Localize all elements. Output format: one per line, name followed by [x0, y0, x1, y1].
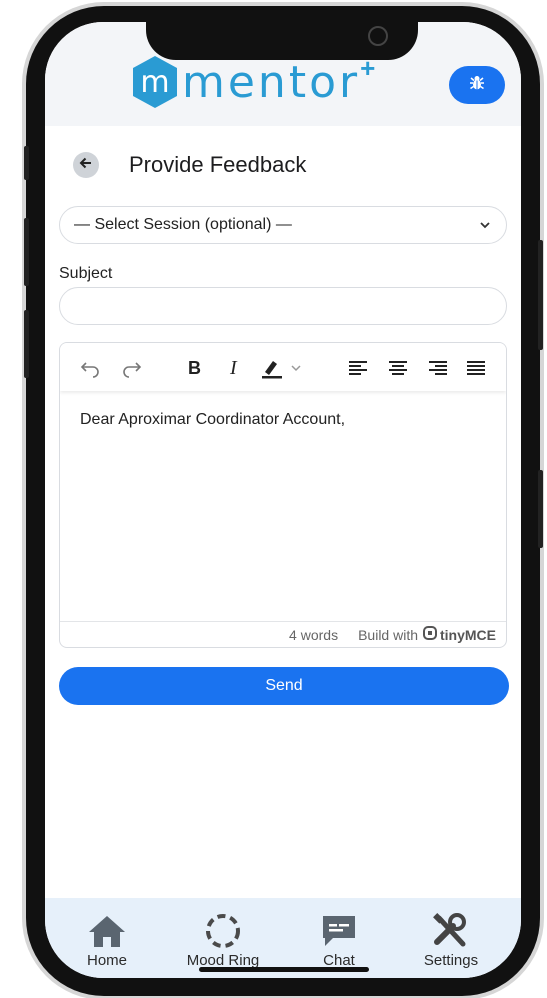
align-left-icon[interactable]: [348, 357, 368, 379]
subject-input[interactable]: [59, 287, 507, 325]
title-row: Provide Feedback: [73, 152, 306, 178]
bottom-nav: Home Mood Ring Chat Settings: [45, 898, 521, 978]
svg-text:m: m: [140, 65, 169, 100]
tinymce-branding[interactable]: Build with tinyMCE: [358, 626, 496, 643]
word-count: 4 words: [289, 626, 339, 643]
align-center-icon[interactable]: [388, 357, 408, 379]
volume-up-button: [24, 218, 29, 286]
rich-text-editor: B I Dear Aproximar Coordinator Account,: [59, 342, 507, 648]
nav-label-settings: Settings: [423, 952, 479, 969]
bug-icon: [468, 74, 486, 97]
volume-down-button: [24, 310, 29, 378]
subject-label: Subject: [59, 265, 113, 282]
session-select[interactable]: — Select Session (optional) —: [59, 206, 507, 244]
side-button: [538, 470, 543, 548]
home-indicator[interactable]: [199, 967, 369, 972]
silent-switch: [24, 146, 29, 180]
bold-icon[interactable]: B: [188, 357, 201, 379]
settings-icon: [401, 912, 501, 950]
chat-icon: [289, 912, 389, 950]
align-right-icon[interactable]: [428, 357, 448, 379]
chevron-down-icon[interactable]: [290, 357, 302, 379]
italic-icon[interactable]: I: [230, 357, 237, 379]
editor-toolbar: B I: [60, 343, 506, 391]
arrow-left-icon: [79, 156, 93, 175]
app-screen: m mentor + Provide Feedback — Select Ses…: [45, 22, 521, 978]
nav-item-home[interactable]: Home: [57, 912, 157, 969]
page-title: Provide Feedback: [129, 152, 307, 177]
logo-text: mentor: [182, 56, 361, 108]
editor-content[interactable]: Dear Aproximar Coordinator Account,: [80, 411, 345, 429]
align-justify-icon[interactable]: [466, 357, 486, 379]
nav-item-settings[interactable]: Settings: [401, 912, 501, 969]
logo-hexagon-icon: m: [130, 54, 180, 110]
editor-statusbar: 4 words Build with tinyMCE: [60, 621, 506, 647]
undo-icon[interactable]: [80, 357, 102, 379]
chevron-down-icon: [478, 218, 492, 237]
camera-icon: [368, 26, 388, 46]
mood-ring-icon: [173, 912, 273, 950]
nav-label-home: Home: [86, 952, 127, 969]
home-icon: [57, 912, 157, 950]
tinymce-brand-name: tinyMCE: [440, 626, 496, 643]
bug-report-button[interactable]: [449, 66, 505, 104]
tinymce-logo-icon: [423, 626, 437, 643]
nav-item-chat[interactable]: Chat: [289, 912, 389, 969]
highlight-icon[interactable]: [260, 357, 284, 379]
power-button: [538, 240, 543, 350]
build-with-label: Build with: [358, 626, 418, 643]
nav-item-mood-ring[interactable]: Mood Ring: [173, 912, 273, 969]
redo-icon[interactable]: [120, 357, 142, 379]
session-select-value: — Select Session (optional) —: [74, 216, 292, 233]
send-button[interactable]: Send: [59, 667, 509, 705]
back-button[interactable]: [73, 152, 99, 178]
